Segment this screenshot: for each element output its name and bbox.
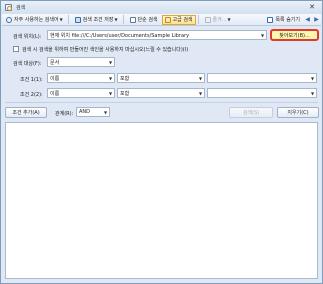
hide-list-label: 목록 숨기기 — [275, 17, 300, 23]
favorites-label: 즐겨... — [212, 17, 227, 23]
save-conditions-button[interactable]: 검색 조건 저장 ▼ — [72, 15, 121, 25]
toolbar: 자주 사용하는 검색어 ▼ 검색 조건 저장 ▼ 단순 검색 고급 검색 즐겨.… — [2, 14, 321, 26]
add-condition-label: 조건 추가(A) — [12, 110, 40, 116]
favorites-icon — [204, 16, 211, 23]
search-window-icon — [5, 4, 12, 11]
simple-search-icon — [129, 16, 136, 23]
window-title: 검색 — [16, 5, 26, 11]
condition1-label: 조건 1(1): — [20, 77, 43, 83]
search-button[interactable]: 검색(S) — [229, 107, 273, 118]
chevron-down-icon: ▼ — [227, 17, 231, 22]
target-select[interactable]: 문서 ▼ — [47, 57, 115, 67]
target-label: 검색 대상(F): — [13, 61, 42, 67]
simple-search-tab[interactable]: 단순 검색 — [127, 15, 161, 25]
condition1-field-value: 이름 — [50, 75, 60, 82]
condition1-operator-value: 포함 — [120, 75, 130, 82]
relation-select[interactable]: AND ▼ — [76, 107, 110, 117]
location-label: 검색 위치(L): — [13, 34, 42, 40]
favorites-button[interactable]: 즐겨... ▼ — [202, 15, 234, 25]
chevron-down-icon: ▼ — [114, 17, 118, 22]
condition1-field-select[interactable]: 이름 ▼ — [47, 73, 115, 83]
relation-label: 관계(R): — [55, 111, 74, 117]
chevron-down-icon: ▼ — [310, 75, 315, 81]
add-condition-button[interactable]: 조건 추가(A) — [5, 107, 47, 118]
condition1-value-field[interactable]: ▼ — [207, 73, 317, 83]
chevron-down-icon: ▼ — [108, 90, 113, 96]
chevron-down-icon: ▼ — [59, 17, 63, 22]
search-window: 검색 ✕ 자주 사용하는 검색어 ▼ 검색 조건 저장 ▼ 단순 검색 고급 검… — [0, 0, 323, 284]
save-icon — [74, 16, 81, 23]
toolbar-divider — [122, 15, 124, 24]
results-area[interactable] — [5, 122, 318, 279]
chevron-down-icon: ▼ — [108, 75, 113, 81]
save-conditions-label: 검색 조건 저장 — [82, 17, 114, 23]
frequent-search-label: 자주 사용하는 검색어 — [14, 17, 59, 23]
advanced-search-tab[interactable]: 고급 검색 — [161, 14, 196, 25]
hide-list-button[interactable]: 목록 숨기기 — [264, 15, 303, 25]
no-index-checkbox[interactable] — [13, 46, 19, 52]
divider — [5, 102, 318, 103]
chevron-down-icon: ▼ — [198, 90, 203, 96]
simple-search-label: 단순 검색 — [137, 17, 158, 23]
location-field[interactable]: 현재 위치 file:///C:/Users/user/Documents/Sa… — [47, 30, 267, 40]
condition2-value-field[interactable]: ▼ — [207, 88, 317, 98]
title-bar: 검색 ✕ — [1, 1, 322, 14]
browse-button[interactable]: 찾아보기(B)... — [270, 29, 319, 41]
clear-button[interactable]: 지우기(C) — [277, 107, 319, 118]
condition1-operator-select[interactable]: 포함 ▼ — [117, 73, 205, 83]
browse-label: 찾아보기(B)... — [279, 32, 310, 39]
toolbar-divider — [67, 15, 69, 24]
condition2-operator-select[interactable]: 포함 ▼ — [117, 88, 205, 98]
target-value: 문서 — [50, 59, 60, 66]
condition2-label: 조건 2(2): — [20, 92, 43, 98]
location-value: 현재 위치 file:///C:/Users/user/Documents/Sa… — [50, 32, 190, 39]
forward-arrow-icon[interactable]: ▶ — [312, 15, 321, 25]
relation-value: AND — [79, 109, 91, 115]
advanced-search-icon — [164, 16, 171, 23]
condition2-field-select[interactable]: 이름 ▼ — [47, 88, 115, 98]
hide-list-icon — [267, 16, 274, 23]
no-index-label: 검색 시 검색을 위하여 만들어진 색인을 사용하지 마십시오(느릴 수 있습니… — [22, 47, 189, 53]
chevron-down-icon: ▼ — [103, 109, 108, 115]
clear-button-label: 지우기(C) — [287, 110, 309, 116]
search-icon — [6, 16, 12, 23]
back-arrow-icon[interactable]: ◀ — [303, 15, 312, 25]
chevron-down-icon: ▼ — [310, 90, 315, 96]
chevron-down-icon[interactable]: ▼ — [259, 31, 266, 39]
search-button-label: 검색(S) — [242, 110, 260, 116]
condition2-operator-value: 포함 — [120, 90, 130, 97]
toolbar-divider — [197, 15, 199, 24]
chevron-down-icon: ▼ — [108, 59, 113, 65]
condition2-field-value: 이름 — [50, 90, 60, 97]
frequent-search-button[interactable]: 자주 사용하는 검색어 ▼ — [3, 15, 66, 25]
chevron-down-icon: ▼ — [198, 75, 203, 81]
close-icon[interactable]: ✕ — [305, 2, 319, 12]
advanced-search-label: 고급 검색 — [172, 17, 193, 23]
